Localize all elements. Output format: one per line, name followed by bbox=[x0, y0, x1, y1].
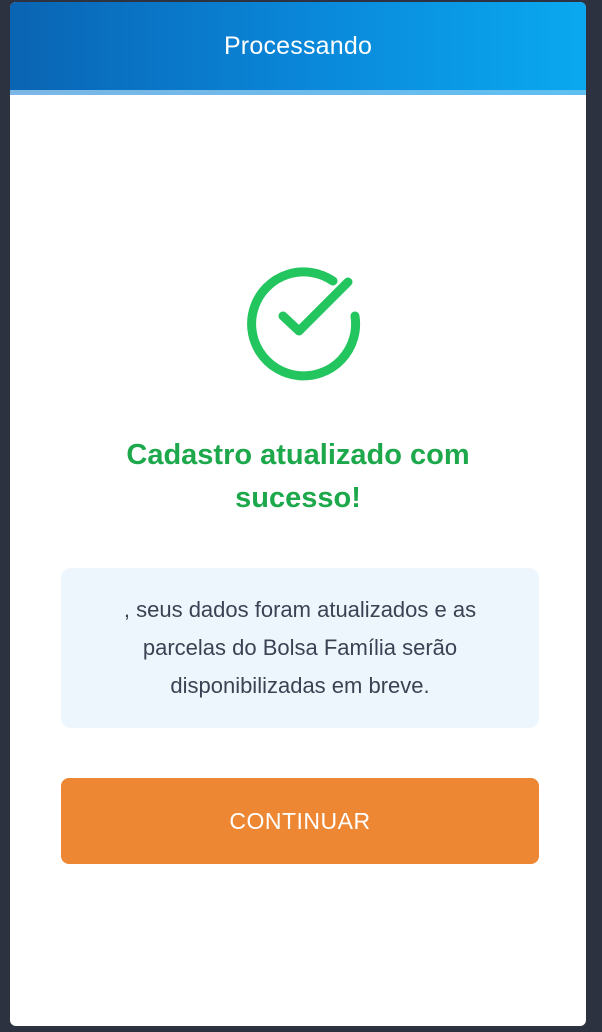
modal-header: Processando bbox=[10, 2, 586, 90]
check-circle-icon bbox=[237, 260, 363, 386]
processing-modal: Processando Cadastro atualizado com suce… bbox=[10, 2, 586, 1026]
continue-button[interactable]: CONTINUAR bbox=[61, 778, 539, 864]
success-message: , seus dados foram atualizados e as parc… bbox=[123, 597, 477, 698]
modal-title: Processando bbox=[223, 31, 373, 60]
header-divider bbox=[10, 90, 586, 95]
message-box: , seus dados foram atualizados e as parc… bbox=[61, 568, 539, 728]
success-title: Cadastro atualizado com sucesso! bbox=[126, 439, 470, 514]
